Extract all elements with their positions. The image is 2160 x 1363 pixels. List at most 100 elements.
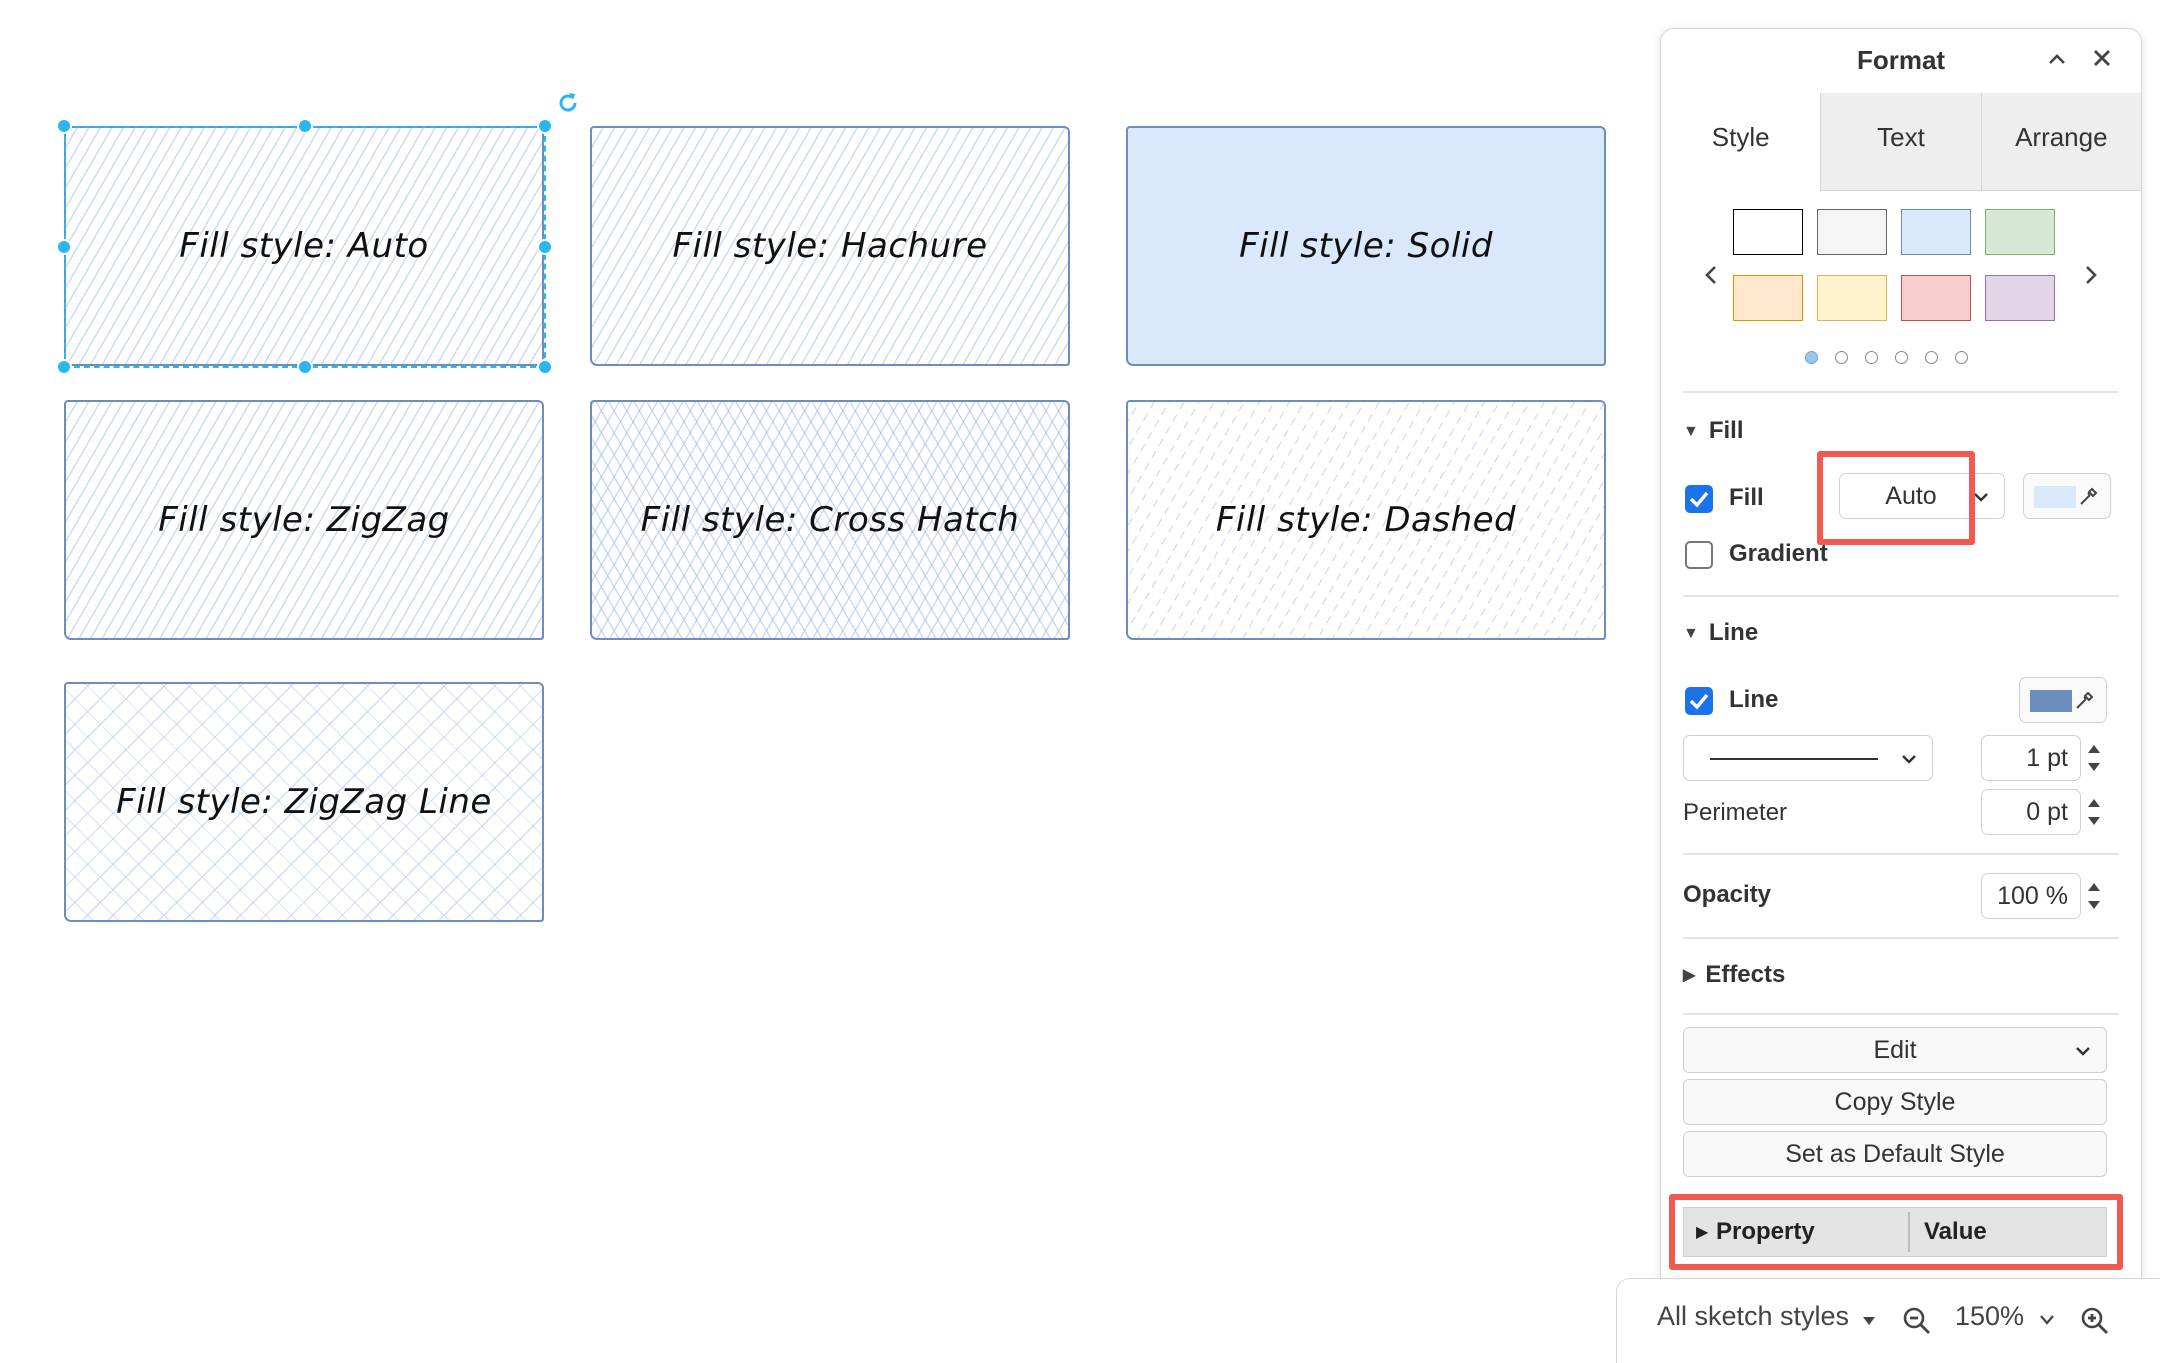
chevron-right-icon[interactable]	[2081, 260, 2101, 290]
format-tabs: Style Text Arrange	[1661, 93, 2141, 191]
opacity-input[interactable]: 100 %	[1981, 873, 2081, 919]
divider	[1683, 937, 2119, 939]
line-checkbox[interactable]	[1685, 687, 1713, 715]
resize-handle-bottom-left[interactable]	[56, 359, 72, 375]
shape-label: Fill style: Hachure	[672, 226, 988, 266]
fill-section-header[interactable]: ▼ Fill	[1683, 417, 1744, 445]
resize-handle-top-right[interactable]	[537, 118, 553, 134]
copy-style-button[interactable]: Copy Style	[1683, 1079, 2107, 1125]
panel-title: Format	[1856, 45, 1946, 75]
shape-label: Fill style: Solid	[1239, 226, 1493, 266]
triangle-right-icon: ▶	[1683, 967, 1696, 984]
resize-handle-bottom-right[interactable]	[537, 359, 553, 375]
resize-handle-bottom[interactable]	[297, 359, 313, 375]
opacity-stepper[interactable]	[2085, 873, 2103, 919]
edit-style-button[interactable]: Edit	[1683, 1027, 2107, 1073]
divider	[1683, 595, 2119, 597]
shape-label: Fill style: ZigZag Line	[116, 782, 492, 822]
triangle-down-icon: ▼	[1683, 423, 1699, 440]
resize-handle-right[interactable]	[537, 239, 553, 255]
zoom-in-icon[interactable]	[2079, 1305, 2111, 1337]
style-swatch[interactable]	[1901, 209, 1971, 255]
style-swatch[interactable]	[1985, 209, 2055, 255]
divider	[1683, 853, 2119, 855]
fill-checkbox[interactable]	[1685, 485, 1713, 513]
line-color-button[interactable]	[2019, 677, 2107, 723]
line-section-header[interactable]: ▼ Line	[1683, 619, 1758, 647]
shape-fill-zigzag-line[interactable]: Fill style: ZigZag Line	[64, 682, 544, 922]
triangle-down-icon: ▼	[1683, 625, 1699, 642]
eyedropper-icon	[2080, 487, 2098, 505]
fill-label: Fill	[1729, 484, 1764, 511]
divider	[1683, 391, 2119, 393]
value-column-header[interactable]: Value	[1924, 1208, 1987, 1256]
pager-dot[interactable]	[1835, 351, 1848, 364]
shape-label: Fill style: Dashed	[1215, 500, 1517, 540]
shape-fill-dashed[interactable]: Fill style: Dashed	[1126, 400, 1606, 640]
shape-label: Fill style: Cross Hatch	[640, 500, 1020, 540]
caret-down-icon[interactable]	[1861, 1315, 1877, 1327]
style-swatch[interactable]	[1985, 275, 2055, 321]
shape-fill-solid[interactable]: Fill style: Solid	[1126, 126, 1606, 366]
resize-handle-top[interactable]	[297, 118, 313, 134]
chevron-down-icon	[2076, 1047, 2090, 1056]
line-pattern-select[interactable]	[1683, 735, 1933, 781]
fill-color-chip	[2034, 486, 2076, 508]
style-swatch[interactable]	[1733, 275, 1803, 321]
zoom-out-icon[interactable]	[1901, 1305, 1933, 1337]
opacity-label: Opacity	[1683, 881, 1772, 908]
shape-fill-zigzag[interactable]: Fill style: ZigZag	[64, 400, 544, 640]
bottom-toolbar: All sketch styles 150%	[1616, 1278, 2160, 1363]
effects-section-header[interactable]: ▶ Effects	[1683, 961, 1785, 989]
gradient-label: Gradient	[1729, 540, 1828, 567]
style-swatch[interactable]	[1901, 275, 1971, 321]
edit-button-label: Edit	[1873, 1036, 1917, 1064]
property-table-header[interactable]: ▶ Property Value	[1683, 1207, 2107, 1257]
effects-section-title: Effects	[1705, 961, 1786, 988]
eyedropper-icon	[2076, 691, 2094, 709]
style-swatch[interactable]	[1817, 275, 1887, 321]
line-label: Line	[1729, 686, 1779, 713]
gradient-checkbox[interactable]	[1685, 541, 1713, 569]
shape-fill-cross-hatch[interactable]: Fill style: Cross Hatch	[590, 400, 1070, 640]
checkmark-icon	[1689, 693, 1709, 710]
resize-handle-top-left[interactable]	[56, 118, 72, 134]
line-width-stepper[interactable]	[2085, 735, 2103, 781]
tab-text[interactable]: Text	[1820, 93, 1981, 191]
style-filter-select[interactable]: All sketch styles	[1657, 1301, 1849, 1332]
fill-color-button[interactable]	[2023, 473, 2111, 519]
shape-fill-hachure[interactable]: Fill style: Hachure	[590, 126, 1070, 366]
close-icon[interactable]	[2089, 45, 2115, 71]
column-divider	[1908, 1212, 1910, 1252]
divider	[1683, 1013, 2119, 1015]
shape-fill-auto[interactable]: Fill style: Auto	[64, 126, 544, 366]
chevron-down-icon[interactable]	[2039, 1313, 2055, 1327]
style-swatch[interactable]	[1817, 209, 1887, 255]
fill-style-select[interactable]: Auto	[1839, 473, 2005, 519]
pager-dot[interactable]	[1895, 351, 1908, 364]
chevron-down-icon	[1974, 493, 1988, 502]
zoom-level[interactable]: 150%	[1955, 1301, 2024, 1332]
pager-dot[interactable]	[1955, 351, 1968, 364]
rotate-handle-icon[interactable]	[555, 90, 581, 116]
resize-handle-left[interactable]	[56, 239, 72, 255]
solid-line-pattern-icon	[1710, 758, 1878, 760]
set-default-style-button[interactable]: Set as Default Style	[1683, 1131, 2107, 1177]
property-column-header[interactable]: Property	[1716, 1208, 1815, 1256]
chevron-up-icon[interactable]	[2045, 47, 2069, 71]
perimeter-input[interactable]: 0 pt	[1981, 789, 2081, 835]
pager-dot[interactable]	[1865, 351, 1878, 364]
line-section-title: Line	[1708, 619, 1759, 646]
line-width-input[interactable]: 1 pt	[1981, 735, 2081, 781]
tab-style[interactable]: Style	[1661, 93, 1821, 191]
chevron-down-icon	[1902, 755, 1916, 764]
chevron-left-icon[interactable]	[1701, 260, 1721, 290]
shape-label: Fill style: ZigZag	[158, 500, 450, 540]
tab-arrange[interactable]: Arrange	[1980, 93, 2141, 191]
triangle-right-icon: ▶	[1696, 1224, 1709, 1241]
pager-dot[interactable]	[1805, 351, 1818, 364]
pager-dot[interactable]	[1925, 351, 1938, 364]
checkmark-icon	[1689, 491, 1709, 508]
style-swatch[interactable]	[1733, 209, 1803, 255]
perimeter-stepper[interactable]	[2085, 789, 2103, 835]
